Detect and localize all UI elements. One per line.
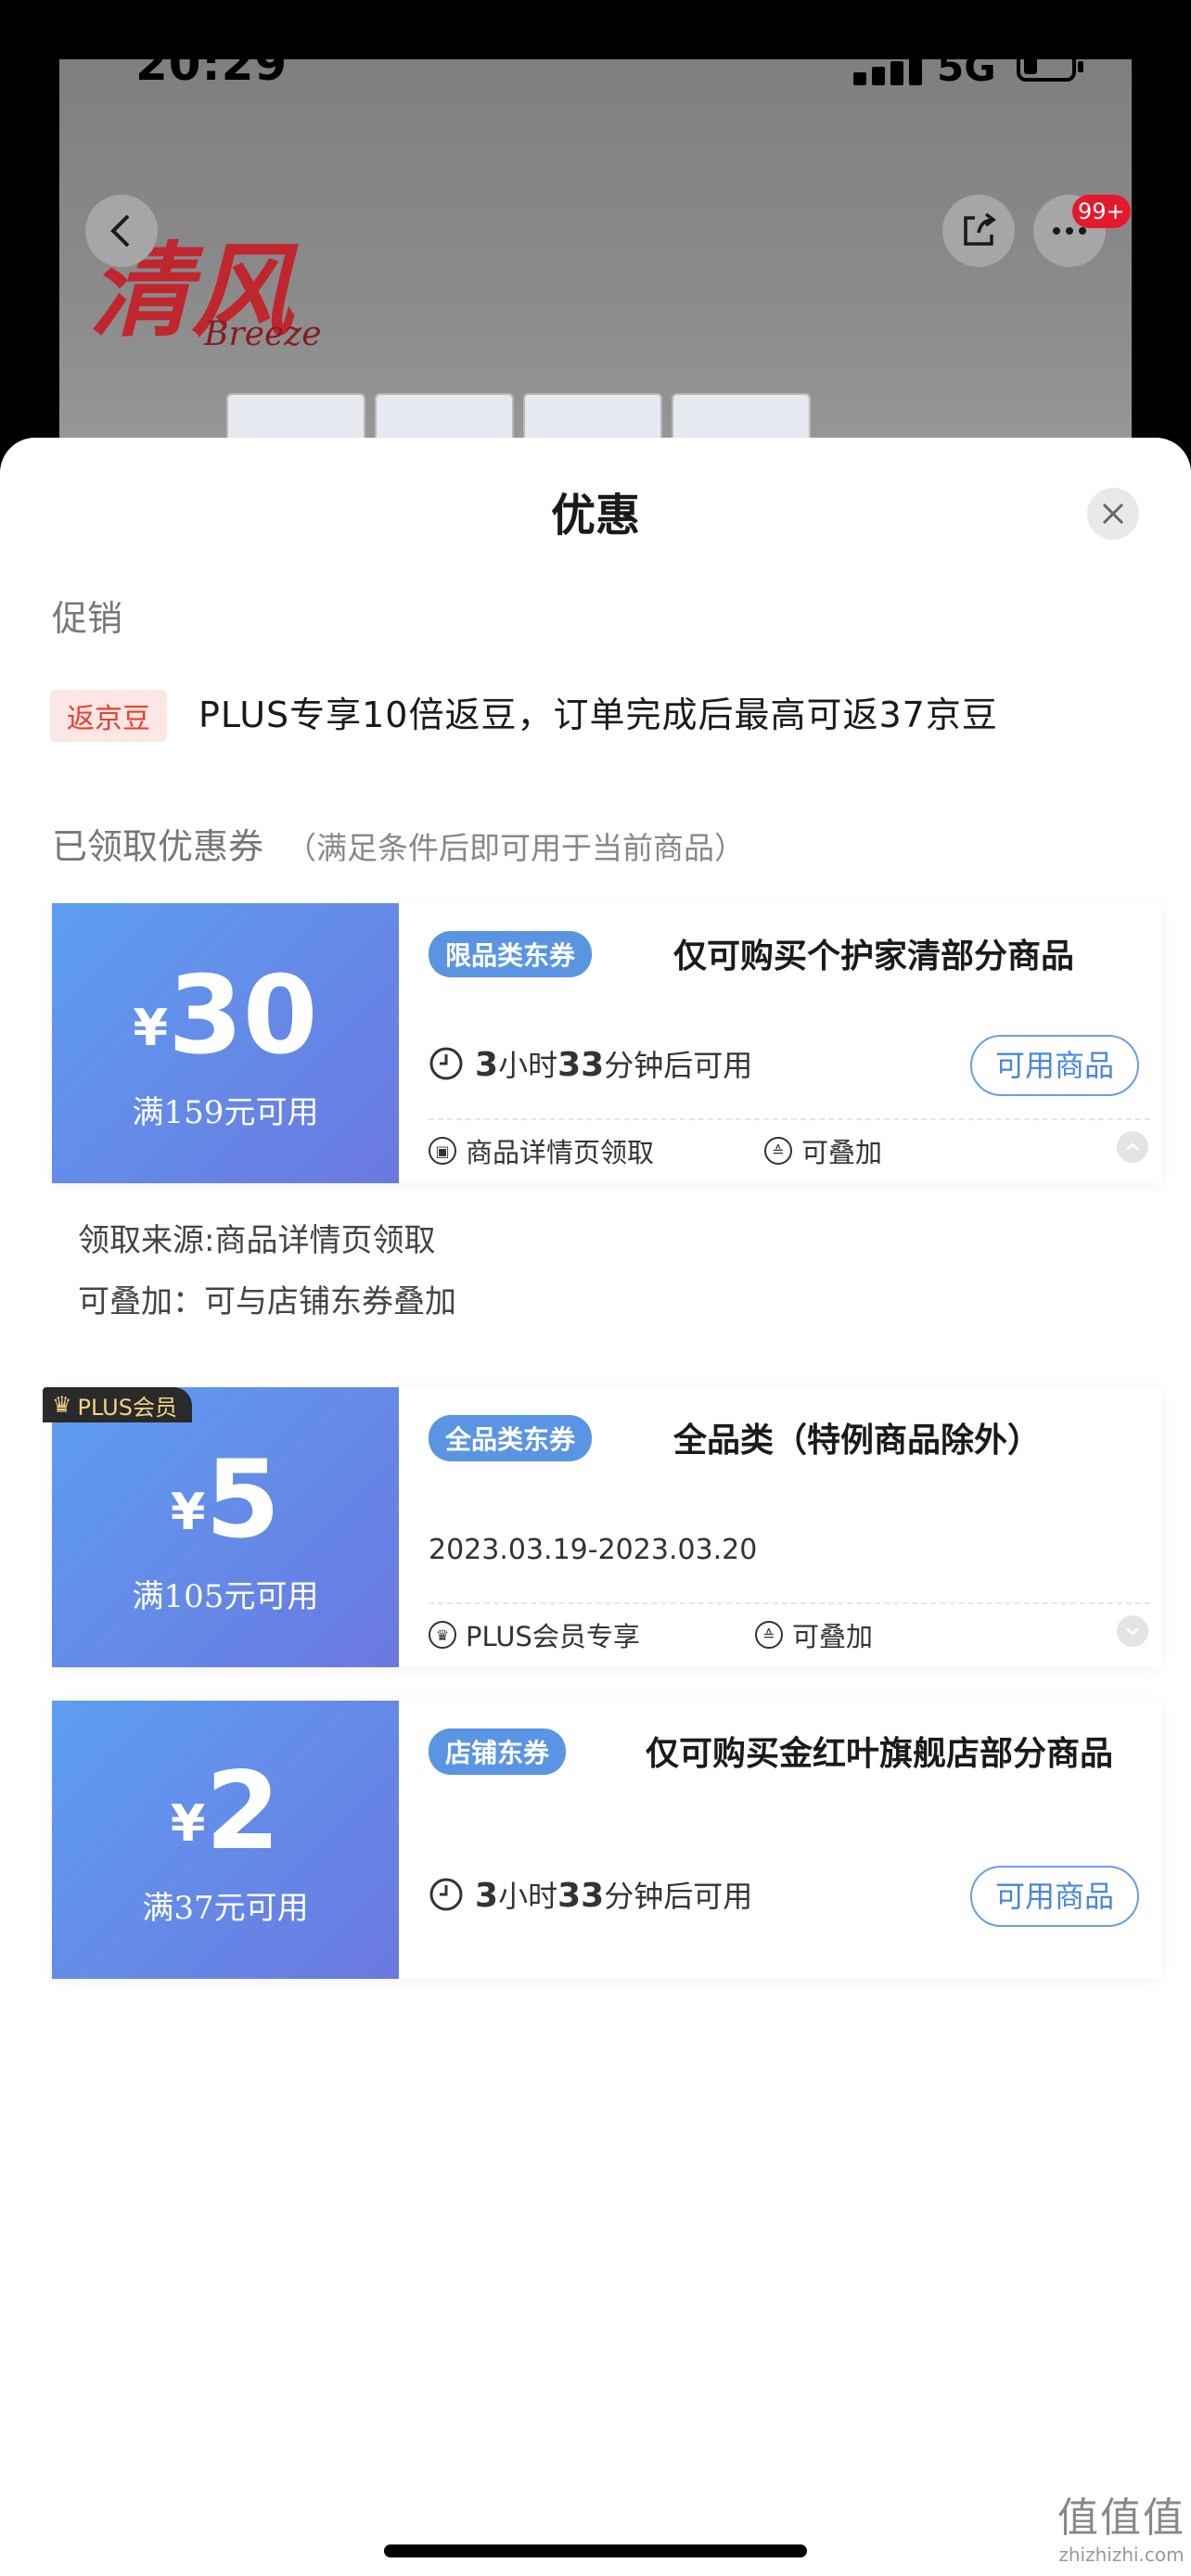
countdown-suffix: 分钟后可用 [604, 1048, 753, 1083]
coupon-meta-stack-text: 可叠加 [801, 1137, 883, 1168]
coupon-meta-stack: ≙ 可叠加 [764, 1131, 882, 1170]
available-products-button[interactable]: 可用商品 [970, 1035, 1139, 1096]
coupon-meta-source-text: 商品详情页领取 [466, 1137, 655, 1168]
share-button[interactable] [942, 195, 1015, 267]
countdown-hours-unit: 小时 [498, 1048, 558, 1083]
expand-toggle[interactable] [1117, 1615, 1148, 1647]
coupon-detail-stack: 可叠加：可与店铺东券叠加 [78, 1283, 456, 1320]
back-icon [110, 214, 130, 248]
coupon-amount: ¥2 [52, 1749, 399, 1874]
coupon-description: 仅可购买金红叶旗舰店部分商品 [646, 1735, 1114, 1773]
battery-icon [1017, 50, 1083, 82]
promotion-tag: 返京豆 [50, 690, 167, 742]
crown-icon: ♛ [429, 1621, 456, 1649]
watermark-url: zhizhizhi.com [1058, 2543, 1185, 2566]
plus-member-badge-text: PLUS会员 [77, 1394, 177, 1421]
status-bar: 20:29 5G [0, 0, 1191, 111]
stack-icon: ≙ [764, 1137, 792, 1165]
brand-logo-en: Breeze [204, 315, 322, 353]
coupon-amount: ¥30 [52, 953, 399, 1078]
watermark: 值值值 zhizhizhi.com [1057, 2494, 1185, 2566]
share-icon [964, 212, 996, 246]
coupon-amount-value: 2 [205, 1749, 281, 1874]
coupon-validity-date: 2023.03.19-2023.03.20 [429, 1534, 758, 1566]
coupon-condition: 满105元可用 [132, 1578, 319, 1615]
more-badge: 99+ [1072, 195, 1131, 228]
coupon-description: 全品类（特例商品除外） [673, 1422, 1042, 1460]
coupon-info: 店铺东券 仅可购买金红叶旗舰店部分商品 3小时33分钟后可用 可用商品 [399, 1701, 1161, 1979]
product-image-backdrop: 清风 Breeze [59, 59, 1132, 486]
ticket-icon: ▣ [429, 1137, 456, 1165]
coupon-divider [429, 1118, 1150, 1120]
available-products-button[interactable]: 可用商品 [970, 1866, 1139, 1927]
coupons-section-note: （满足条件后即可用于当前商品） [286, 830, 746, 866]
coupon-condition: 满159元可用 [132, 1094, 319, 1131]
countdown-hours: 3 [475, 1046, 499, 1084]
collapse-toggle[interactable] [1117, 1131, 1148, 1163]
coupon-countdown: 3小时33分钟后可用 [429, 1873, 752, 1916]
coupons-section-label: 已领取优惠券 [52, 826, 264, 867]
coupon-card[interactable]: ¥5 满105元可用 全品类东券 全品类（特例商品除外） 2023.03.19-… [46, 1387, 1161, 1667]
coupon-condition: 满37元可用 [142, 1890, 309, 1927]
back-button[interactable] [85, 195, 158, 267]
status-time: 20:29 [135, 37, 288, 91]
coupon-value-panel: ¥30 满159元可用 [46, 903, 399, 1183]
coupon-amount-value: 5 [205, 1437, 281, 1562]
coupon-detail-source: 领取来源:商品详情页领取 [78, 1222, 436, 1259]
coupon-card[interactable]: ¥30 满159元可用 限品类东券 仅可购买个护家清部分商品 3小时33分钟后可… [46, 903, 1161, 1183]
stack-icon: ≙ [755, 1621, 783, 1649]
chevron-down-icon [1126, 1627, 1139, 1636]
coupon-info: 全品类东券 全品类（特例商品除外） 2023.03.19-2023.03.20 … [399, 1387, 1161, 1667]
close-icon [1102, 503, 1124, 525]
countdown-minutes: 33 [557, 1877, 605, 1915]
coupon-description: 仅可购买个护家清部分商品 [673, 937, 1075, 976]
network-type: 5G [937, 45, 996, 90]
coupon-meta-plus: ♛ PLUS会员专享 [429, 1615, 640, 1654]
coupons-section-header: 已领取优惠券 （满足条件后即可用于当前商品） [52, 818, 745, 869]
promotion-text: PLUS专享10倍返豆，订单完成后最高可返37京豆 [198, 695, 998, 735]
watermark-logo: 值值值 [1057, 2494, 1185, 2542]
signal-icon [853, 56, 922, 85]
coupon-sheet: 优惠 促销 返京豆 PLUS专享10倍返豆，订单完成后最高可返37京豆 已领取优… [0, 438, 1191, 2576]
coupon-card[interactable]: ¥2 满37元可用 店铺东券 仅可购买金红叶旗舰店部分商品 3小时33分钟后可用… [46, 1701, 1161, 1979]
sheet-title: 优惠 [550, 490, 640, 542]
coupon-info: 限品类东券 仅可购买个护家清部分商品 3小时33分钟后可用 可用商品 ▣ 商品详… [399, 903, 1161, 1183]
plus-member-badge: ♛ PLUS会员 [43, 1387, 192, 1422]
currency-symbol: ¥ [170, 1483, 206, 1541]
countdown-suffix: 分钟后可用 [604, 1879, 753, 1914]
close-button[interactable] [1087, 488, 1139, 540]
coupon-meta-plus-text: PLUS会员专享 [466, 1621, 640, 1652]
coupon-type-tag: 限品类东券 [429, 931, 593, 977]
crown-icon: ♛ [52, 1392, 72, 1418]
chevron-up-icon [1126, 1142, 1139, 1151]
currency-symbol: ¥ [170, 1794, 206, 1853]
countdown-hours-unit: 小时 [498, 1879, 558, 1914]
promotion-section-label: 促销 [52, 598, 123, 639]
clock-icon [429, 1878, 463, 1911]
coupon-meta-source: ▣ 商品详情页领取 [429, 1131, 654, 1170]
coupon-amount-value: 30 [168, 953, 318, 1078]
coupon-type-tag: 店铺东券 [429, 1728, 567, 1775]
coupon-type-tag: 全品类东券 [429, 1415, 593, 1461]
coupon-amount: ¥5 [52, 1437, 399, 1562]
currency-symbol: ¥ [133, 999, 169, 1057]
home-indicator[interactable] [384, 2544, 807, 2557]
countdown-minutes: 33 [557, 1046, 605, 1084]
coupon-divider [429, 1602, 1150, 1604]
coupon-meta-stack-text: 可叠加 [792, 1621, 874, 1652]
coupon-value-panel: ¥2 满37元可用 [46, 1701, 399, 1979]
more-icon [1053, 227, 1086, 235]
coupon-value-panel: ¥5 满105元可用 [46, 1387, 399, 1667]
coupon-countdown: 3小时33分钟后可用 [429, 1042, 752, 1085]
countdown-hours: 3 [475, 1877, 499, 1915]
clock-icon [429, 1047, 463, 1080]
coupon-meta-stack: ≙ 可叠加 [755, 1615, 873, 1654]
